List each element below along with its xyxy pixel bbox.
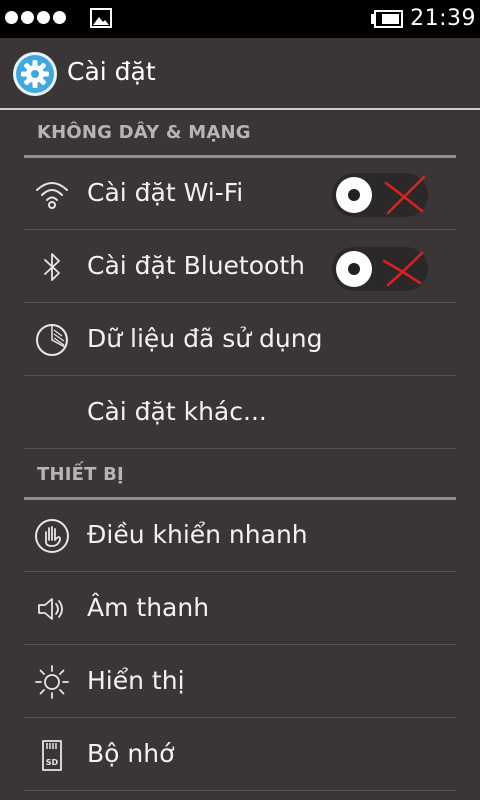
toggle-knob — [336, 177, 372, 213]
row-label: Hiển thị — [87, 666, 185, 695]
toggle-knob — [336, 251, 372, 287]
wifi-icon — [36, 182, 68, 209]
page-title: Cài đặt — [67, 57, 156, 86]
brightness-icon — [35, 665, 69, 699]
toggle-off-x-icon — [384, 175, 426, 215]
signal-dots-icon — [5, 11, 66, 24]
action-bar: Cài đặt — [0, 38, 480, 108]
settings-row-storage[interactable]: SD Bộ nhớ — [24, 719, 456, 791]
settings-row-display[interactable]: Hiển thị — [24, 646, 456, 718]
bluetooth-toggle[interactable] — [332, 247, 428, 291]
section-header-wireless: KHÔNG DÂY & MẠNG — [24, 110, 456, 158]
settings-row-wifi[interactable]: Cài đặt Wi-Fi — [24, 158, 456, 230]
row-label: Cài đặt Bluetooth — [87, 251, 305, 280]
data-usage-icon — [36, 324, 68, 356]
hand-gesture-icon — [35, 519, 69, 553]
toggle-off-x-icon — [382, 251, 424, 287]
status-bar: 21:39 — [0, 0, 480, 38]
svg-text:SD: SD — [46, 758, 59, 767]
settings-row-sound[interactable]: Âm thanh — [24, 573, 456, 645]
row-label: Bộ nhớ — [87, 739, 175, 768]
row-label: Dữ liệu đã sử dụng — [87, 324, 323, 353]
row-label: Âm thanh — [87, 593, 210, 622]
section-header-label: THIẾT BỊ — [37, 464, 124, 485]
settings-row-data-usage[interactable]: Dữ liệu đã sử dụng — [24, 304, 456, 376]
settings-row-bluetooth[interactable]: Cài đặt Bluetooth — [24, 231, 456, 303]
status-clock: 21:39 — [410, 6, 476, 31]
row-label: Điều khiển nhanh — [87, 520, 308, 549]
section-header-label: KHÔNG DÂY & MẠNG — [37, 122, 251, 143]
section-header-device: THIẾT BỊ — [24, 452, 456, 500]
sd-card-icon: SD — [42, 740, 62, 771]
settings-gear-icon[interactable] — [12, 51, 58, 97]
settings-row-quick-control[interactable]: Điều khiển nhanh — [24, 500, 456, 572]
settings-row-more[interactable]: Cài đặt khác... — [24, 377, 456, 449]
battery-icon — [371, 10, 403, 28]
settings-screen: 21:39 Cài đặt KHÔNG DÂY & MẠNG Cài đặt W… — [0, 0, 480, 800]
row-label: Cài đặt Wi-Fi — [87, 178, 244, 207]
bluetooth-icon — [44, 253, 60, 281]
gallery-icon — [90, 8, 112, 28]
row-label: Cài đặt khác... — [87, 397, 267, 426]
speaker-icon — [38, 598, 63, 620]
wifi-toggle[interactable] — [332, 173, 428, 217]
